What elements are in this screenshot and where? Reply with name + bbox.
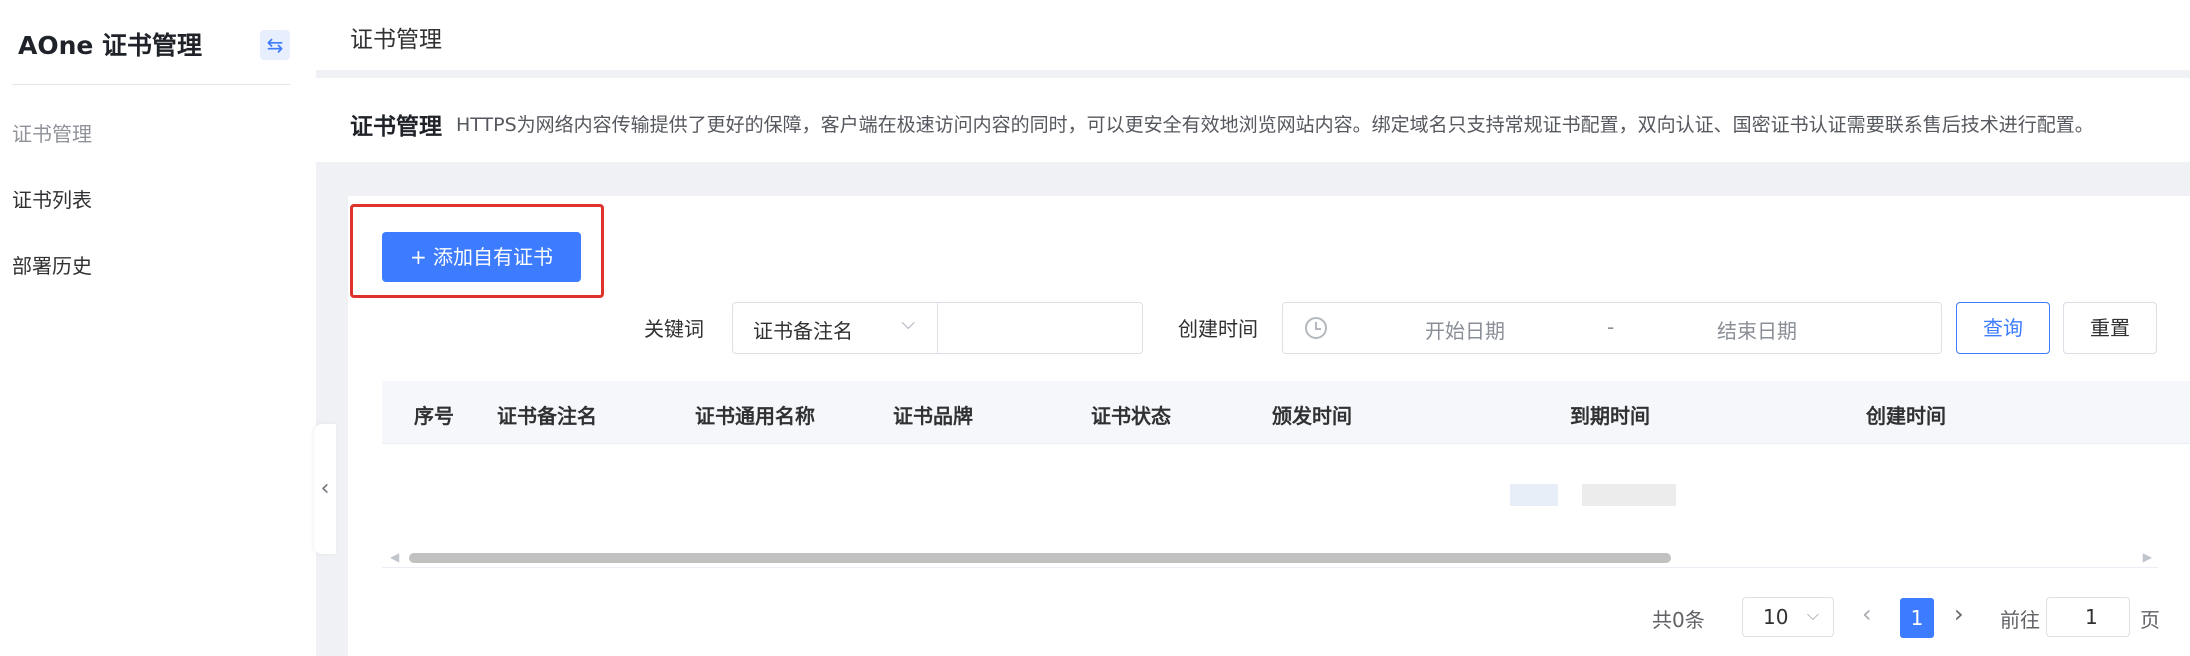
column-header: 序号 [414, 404, 454, 428]
reset-button[interactable]: 重置 [2063, 302, 2157, 354]
description-text: HTTPS为网络内容传输提供了更好的保障，客户端在极速访问内容的同时，可以更安全… [456, 114, 2094, 136]
goto-suffix: 页 [2140, 608, 2160, 632]
empty-state-image [1510, 484, 1558, 506]
empty-state-placeholder [1510, 484, 1676, 506]
date-range-picker[interactable]: 开始日期 - 结束日期 [1282, 302, 1942, 354]
column-header: 证书通用名称 [695, 404, 815, 428]
arrows-exchange-icon[interactable]: ⇆ [260, 30, 290, 60]
scroll-left-arrow-icon[interactable]: ◀ [390, 550, 399, 564]
chevron-down-icon: ⌵ [901, 313, 915, 334]
page-size-select[interactable]: 10 ⌵ [1742, 597, 1834, 637]
query-button[interactable]: 查询 [1956, 302, 2050, 354]
divider [382, 567, 2158, 568]
sidebar-item-deploy-history[interactable]: 部署历史 [12, 250, 92, 279]
brand-title: AOne 证书管理 [18, 31, 203, 60]
page-number-current[interactable]: 1 [1900, 598, 1934, 638]
column-header: 证书状态 [1091, 404, 1171, 428]
goto-label: 前往 [2000, 608, 2040, 632]
add-certificate-button[interactable]: + 添加自有证书 [382, 232, 581, 282]
sidebar: AOne 证书管理 ⇆ 证书管理 证书列表 部署历史 [0, 0, 316, 656]
column-header: 创建时间 [1866, 404, 1946, 428]
column-header: 证书备注名 [497, 404, 597, 428]
column-header: 到期时间 [1570, 404, 1650, 428]
table-header: 序号 证书备注名 证书通用名称 证书品牌 证书状态 颁发时间 到期时间 创建时间 [382, 381, 2190, 444]
scroll-right-arrow-icon[interactable]: ▶ [2143, 550, 2152, 564]
page-header: 证书管理 [316, 0, 2190, 70]
date-separator: - [1607, 315, 1615, 339]
date-start-placeholder[interactable]: 开始日期 [1425, 315, 1505, 344]
page-size-value: 10 [1763, 605, 1789, 629]
sidebar-item-cert-list[interactable]: 证书列表 [12, 184, 92, 213]
empty-state-image [1582, 484, 1676, 506]
keyword-type-value: 证书备注名 [753, 319, 853, 343]
chevron-left-icon[interactable]: ‹ [1862, 600, 1872, 628]
clock-icon [1305, 317, 1327, 339]
chevron-left-icon[interactable]: ‹ [314, 424, 336, 554]
chevron-down-icon: ⌵ [1806, 605, 1819, 624]
created-time-label: 创建时间 [1178, 317, 1258, 341]
chevron-right-icon[interactable]: › [1954, 600, 1964, 628]
goto-page-value: 1 [2085, 605, 2098, 629]
page-title: 证书管理 [350, 27, 442, 53]
goto-page-input[interactable]: 1 [2046, 597, 2130, 637]
pagination-total: 共0条 [1652, 608, 1705, 632]
divider [12, 84, 290, 85]
column-header: 颁发时间 [1272, 404, 1352, 428]
keyword-label: 关键词 [644, 317, 704, 341]
date-end-placeholder[interactable]: 结束日期 [1717, 315, 1797, 344]
description-panel: 证书管理 HTTPS为网络内容传输提供了更好的保障，客户端在极速访问内容的同时，… [316, 78, 2190, 162]
column-header: 证书品牌 [893, 404, 973, 428]
description-title: 证书管理 [350, 114, 442, 140]
keyword-input[interactable] [937, 302, 1143, 354]
sidebar-group-label: 证书管理 [12, 122, 92, 146]
keyword-type-select[interactable]: 证书备注名 ⌵ [732, 302, 938, 354]
horizontal-scrollbar[interactable]: ◀ ▶ [382, 548, 2158, 568]
scrollbar-thumb[interactable] [409, 553, 1671, 563]
